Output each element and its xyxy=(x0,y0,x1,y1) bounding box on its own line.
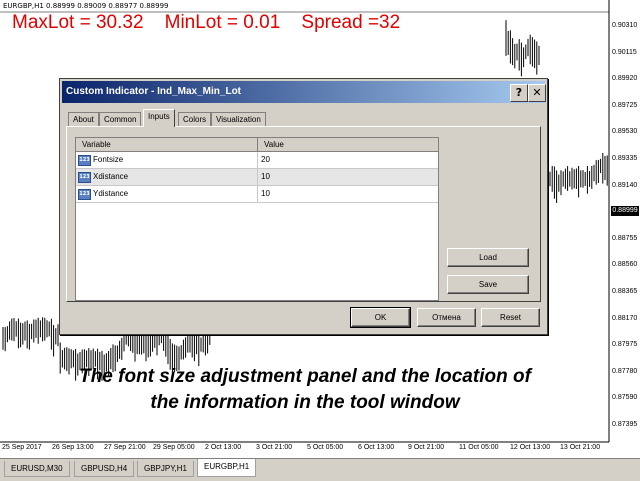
param-name: Fontsize xyxy=(93,155,124,164)
price-label: 0.88365 xyxy=(612,288,638,295)
reset-button[interactable]: Reset xyxy=(481,308,540,327)
column-header-value[interactable]: Value xyxy=(258,138,284,151)
param-row-ydistance[interactable]: 123 Ydistance 10 xyxy=(76,186,438,203)
load-button[interactable]: Load xyxy=(447,248,529,267)
tab-about[interactable]: About xyxy=(68,112,99,127)
time-label: 12 Oct 13:00 xyxy=(510,444,551,451)
param-value[interactable]: 10 xyxy=(261,186,270,202)
price-label: 0.90115 xyxy=(612,48,637,56)
chart-symbol-header: EURGBP,H1 0.88999 0.89009 0.88977 0.8899… xyxy=(3,2,169,10)
price-label: 0.88170 xyxy=(612,314,638,322)
price-label: 0.87975 xyxy=(612,341,638,349)
param-name: Ydistance xyxy=(93,189,129,198)
param-name: Xdistance xyxy=(93,172,129,181)
time-label: 27 Sep 21:00 xyxy=(104,444,146,451)
price-label: 0.88560 xyxy=(612,261,638,269)
chart-tab-gbpjpy[interactable]: GBPJPY,H1 xyxy=(137,461,194,477)
dialog-title: Custom Indicator - Ind_Max_Min_Lot xyxy=(66,86,242,97)
tab-inputs[interactable]: Inputs xyxy=(143,109,175,127)
price-label: 0.87780 xyxy=(612,367,638,375)
caption-line-2: the information in the tool window xyxy=(150,392,460,413)
caption-line-1: The font size adjustment panel and the l… xyxy=(79,366,531,387)
price-label: 0.88755 xyxy=(612,234,638,242)
dialog-titlebar[interactable]: Custom Indicator - Ind_Max_Min_Lot ? ✕ xyxy=(62,81,546,103)
chart-tab-eurusd[interactable]: EURUSD,M30 xyxy=(4,461,70,477)
param-value[interactable]: 10 xyxy=(261,169,270,185)
cancel-button[interactable]: Отмена xyxy=(417,308,476,327)
price-label: 0.87590 xyxy=(612,394,638,402)
ok-button[interactable]: OK xyxy=(350,307,411,328)
time-label: 2 Oct 13:00 xyxy=(205,444,242,451)
price-label: 0.90310 xyxy=(612,22,638,29)
time-label: 9 Oct 21:00 xyxy=(408,444,445,451)
price-label: 0.89140 xyxy=(612,181,638,189)
price-label: 0.89530 xyxy=(612,128,638,136)
tab-visualization[interactable]: Visualization xyxy=(211,112,266,127)
parameter-icon: 123 xyxy=(78,172,91,183)
grid-header: Variable Value xyxy=(76,138,438,152)
price-label: 0.89920 xyxy=(612,75,638,83)
chart-tab-bar: EURUSD,M30 GBPUSD,H4 GBPJPY,H1 EURGBP,H1 xyxy=(0,458,640,481)
tab-common[interactable]: Common xyxy=(99,112,142,127)
lot-info-text: MaxLot = 30.32 MinLot = 0.01 Spread =32 xyxy=(12,12,401,33)
chart-tab-eurgbp[interactable]: EURGBP,H1 xyxy=(197,459,257,477)
parameter-icon: 123 xyxy=(78,155,91,166)
save-button[interactable]: Save xyxy=(447,275,529,294)
price-label: 0.89725 xyxy=(612,101,638,109)
price-label: 0.89335 xyxy=(612,155,638,162)
parameter-icon: 123 xyxy=(78,189,91,200)
chart-tab-gbpusd[interactable]: GBPUSD,H4 xyxy=(74,461,135,477)
time-label: 5 Oct 05:00 xyxy=(307,444,344,451)
inputs-grid: Variable Value 123 Fontsize 20 123 Xdist… xyxy=(75,137,439,301)
param-value[interactable]: 20 xyxy=(261,152,270,168)
custom-indicator-dialog: Custom Indicator - Ind_Max_Min_Lot ? ✕ A… xyxy=(59,78,548,335)
time-label: 13 Oct 21:00 xyxy=(560,444,601,451)
current-price-label: 0.88999 xyxy=(611,206,639,216)
help-button[interactable]: ? xyxy=(510,84,528,102)
close-button[interactable]: ✕ xyxy=(528,84,546,102)
time-label: 25 Sep 2017 xyxy=(2,444,42,451)
column-header-variable[interactable]: Variable xyxy=(76,138,258,151)
time-label: 29 Sep 05:00 xyxy=(153,444,195,451)
time-label: 11 Oct 05:00 xyxy=(459,444,499,451)
time-label: 3 Oct 21:00 xyxy=(256,444,293,451)
param-row-fontsize[interactable]: 123 Fontsize 20 xyxy=(76,152,438,169)
time-label: 26 Sep 13:00 xyxy=(52,444,94,451)
param-row-xdistance[interactable]: 123 Xdistance 10 xyxy=(76,169,438,186)
tab-colors[interactable]: Colors xyxy=(178,112,212,127)
time-label: 6 Oct 13:00 xyxy=(358,444,395,451)
price-label: 0.87395 xyxy=(612,421,638,428)
